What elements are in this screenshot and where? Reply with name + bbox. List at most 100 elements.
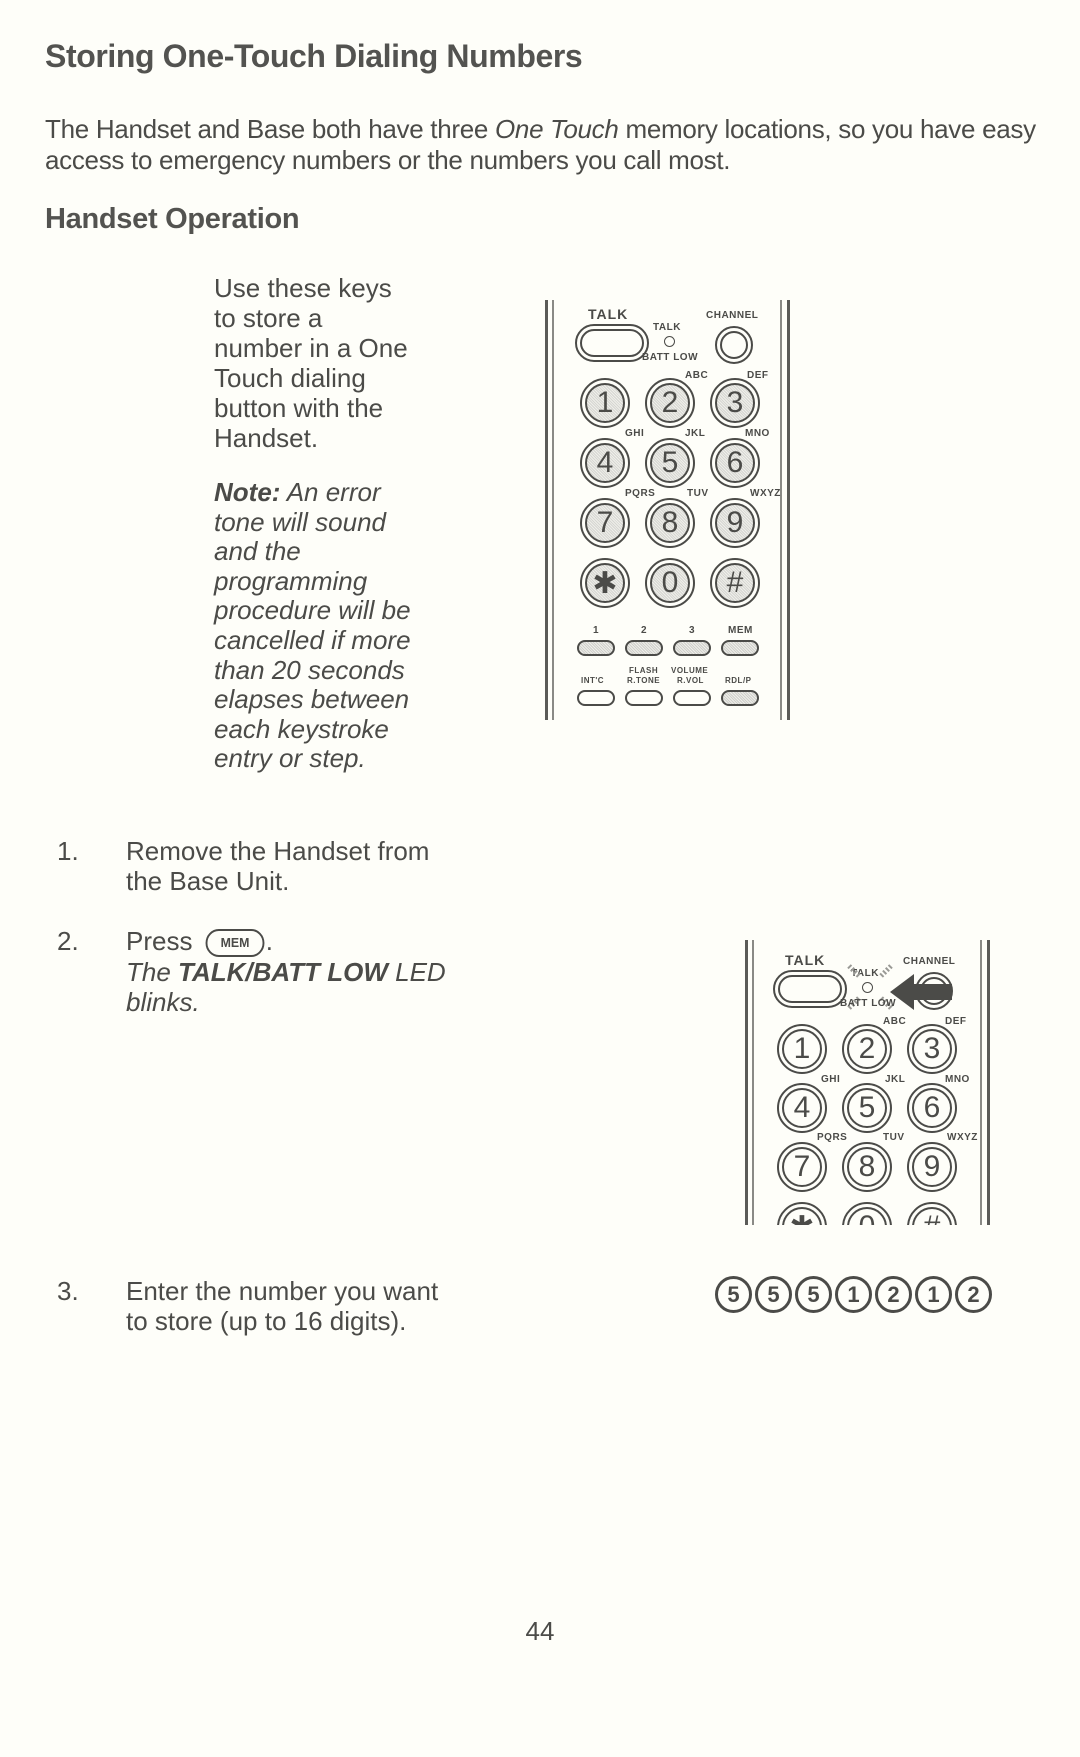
key-8: 8 (645, 498, 695, 548)
key-letters: ABC (685, 370, 709, 381)
step-1: 1. Remove the Handset from the Base Unit… (0, 836, 540, 906)
key-letters: DEF (945, 1016, 967, 1027)
key-6: 6 (710, 438, 760, 488)
mem-button (721, 640, 759, 656)
key-digit: 5 (661, 446, 679, 479)
side-line: number in a One (214, 333, 408, 363)
function-label: RDL/P (725, 676, 752, 685)
side-line: to store a (214, 303, 323, 333)
intercom-button (577, 690, 615, 706)
step-press-text: Press (126, 926, 193, 956)
intro-text: The Handset and Base both have three (45, 114, 495, 144)
key-letters: ABC (883, 1016, 907, 1027)
step-line: Enter the number you want (126, 1276, 439, 1306)
led-label-bottom: BATT LOW (840, 998, 897, 1009)
key-letters: TUV (883, 1132, 905, 1143)
step-number: 2. (57, 926, 79, 956)
step-punct: . (265, 926, 273, 956)
key-star: ✱ (777, 1202, 827, 1225)
key-digit: 9 (726, 506, 744, 539)
digit-key-icon: 2 (875, 1276, 912, 1313)
key-digit: 2 (661, 386, 679, 419)
handset-edge (545, 300, 548, 720)
memory-label: 2 (641, 625, 648, 636)
example-number-keys: 5 5 5 1 2 1 2 (715, 1276, 992, 1313)
step-text: Remove the Handset from the Base Unit. (126, 836, 429, 896)
digit-key-icon: 5 (755, 1276, 792, 1313)
key-digit: # (924, 1210, 941, 1225)
step-line: to store (up to 16 digits). (126, 1306, 407, 1336)
key-digit: 3 (726, 386, 744, 419)
key-9: 9 (710, 498, 760, 548)
step-result-bold: TALK/BATT LOW (178, 957, 388, 988)
channel-label: CHANNEL (706, 310, 759, 321)
side-line: Use these keys (214, 273, 392, 303)
key-pound: # (907, 1202, 957, 1225)
step-text: Press MEM. The TALK/BATT LOW LED blinks. (126, 926, 446, 1017)
key-digit: 7 (596, 506, 614, 539)
key-letters: JKL (885, 1074, 906, 1085)
channel-button (715, 326, 753, 364)
handset-edge (980, 940, 982, 1225)
key-7: 7 (580, 498, 630, 548)
digit-key-icon: 1 (835, 1276, 872, 1313)
key-letters: MNO (945, 1074, 970, 1085)
key-digit: 0 (661, 566, 679, 599)
step-3: 3. Enter the number you want to store (u… (0, 1276, 540, 1346)
note-line: cancelled if more (214, 624, 411, 655)
key-letters: DEF (747, 370, 769, 381)
note-line: than 20 seconds (214, 654, 405, 685)
note-line: elapses between (214, 684, 410, 715)
memory-button-3 (673, 640, 711, 656)
key-letters: WXYZ (750, 488, 781, 499)
key-0: 0 (645, 558, 695, 608)
key-star: ✱ (580, 558, 630, 608)
intro-emphasis: One Touch (495, 114, 619, 144)
step-result: blinks. (126, 987, 200, 1018)
key-letters: PQRS (817, 1132, 848, 1143)
note-line: each keystroke (214, 713, 389, 744)
key-digit: 6 (923, 1091, 941, 1124)
handset-diagram-mem-step: TALK TALK BATT LOW CHANNEL ABC DEF 1 2 3… (745, 940, 990, 1225)
key-letters: MNO (745, 428, 770, 439)
side-instructions: Use these keys to store a number in a On… (214, 273, 534, 453)
note-label: Note: (214, 477, 281, 507)
led-label-bottom: BATT LOW (642, 352, 699, 363)
key-letters: GHI (625, 428, 645, 439)
intro-paragraph: The Handset and Base both have three One… (45, 114, 1055, 176)
key-digit: 1 (596, 386, 614, 419)
note-line: and the (214, 536, 301, 567)
key-digit: 1 (793, 1032, 811, 1065)
function-label: INT'C (581, 676, 605, 685)
handset-edge (552, 300, 554, 720)
key-digit: 8 (858, 1150, 876, 1183)
pointer-arrow-icon (890, 974, 952, 1010)
talk-label: TALK (588, 306, 629, 322)
digit-key-icon: 5 (715, 1276, 752, 1313)
memory-label: MEM (728, 625, 753, 636)
note-line: entry or step. (214, 743, 366, 774)
note-text: An error (280, 477, 381, 507)
mem-key-icon: MEM (205, 929, 265, 958)
key-2: 2 (842, 1024, 892, 1074)
channel-label: CHANNEL (903, 956, 956, 967)
key-3: 3 (907, 1024, 957, 1074)
key-digit: 9 (923, 1150, 941, 1183)
key-7: 7 (777, 1142, 827, 1192)
note-line: Note: An error (214, 477, 544, 508)
key-digit: 7 (793, 1150, 811, 1183)
key-digit: ✱ (789, 1210, 814, 1226)
handset-keypad-diagram: TALK TALK BATT LOW CHANNEL ABC DEF 1 2 3… (545, 300, 790, 720)
flash-button (625, 690, 663, 706)
key-4: 4 (777, 1083, 827, 1133)
note-line: tone will sound (214, 506, 386, 537)
key-digit: ✱ (592, 566, 618, 600)
side-line: Touch dialing (214, 363, 366, 393)
section-title: Handset Operation (45, 203, 300, 235)
digit-key-icon: 5 (795, 1276, 832, 1313)
memory-label: 3 (689, 625, 696, 636)
step-number: 1. (57, 836, 79, 866)
side-line: button with the (214, 393, 384, 423)
key-digit: 5 (858, 1091, 876, 1124)
key-0: 0 (842, 1202, 892, 1225)
